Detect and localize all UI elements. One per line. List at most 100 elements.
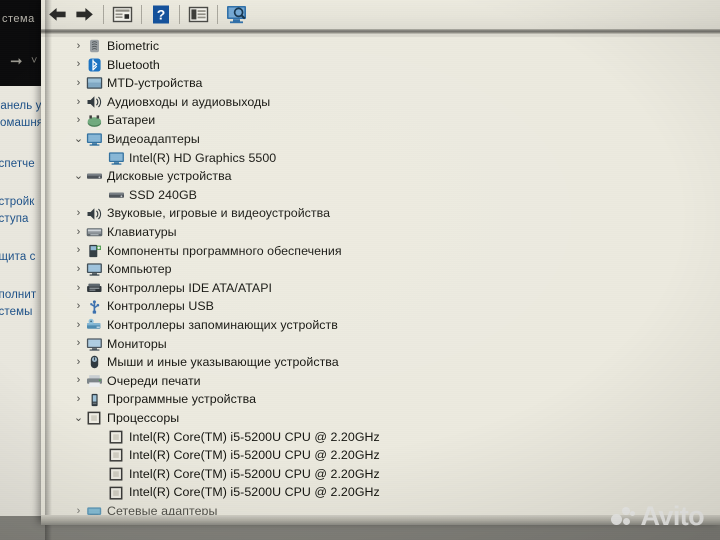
- device-tree[interactable]: › Biometric › Bluetooth › MTD-устройства › Ауди…: [41, 37, 720, 523]
- ide-controller-icon: [85, 280, 103, 296]
- avito-logo-icon: [610, 506, 636, 528]
- tree-item-label: Клавиатуры: [107, 225, 177, 240]
- processor-icon: [107, 447, 125, 463]
- tree-item[interactable]: › MTD-устройства: [41, 74, 720, 93]
- control-panel-link[interactable]: истемы: [0, 306, 32, 318]
- chevron-right-icon[interactable]: ›: [72, 77, 85, 89]
- tree-item-label: Мыши и иные указывающие устройства: [107, 355, 339, 370]
- tree-item[interactable]: ⌄ Процессоры: [41, 409, 720, 428]
- tree-item[interactable]: › Контроллеры IDE ATA/ATAPI: [41, 279, 720, 298]
- chevron-right-icon[interactable]: ›: [72, 301, 85, 312]
- tree-item[interactable]: › Контроллеры USB: [41, 297, 720, 316]
- tree-item[interactable]: › Компьютер: [41, 260, 720, 279]
- device-manager-toolbar: ?: [41, 0, 720, 29]
- control-panel-link[interactable]: ополнит: [0, 289, 36, 301]
- help-question-icon: ?: [152, 5, 169, 24]
- toolbar-separator: [103, 5, 104, 24]
- software-component-icon: [88, 244, 101, 257]
- tree-item[interactable]: ›Intel(R) Core(TM) i5-5200U CPU @ 2.20GH…: [41, 446, 720, 465]
- tree-item[interactable]: ›SSD 240GB: [41, 186, 720, 205]
- scan-hardware-button[interactable]: [223, 2, 250, 27]
- display-adapter-icon: [86, 133, 102, 146]
- tree-item[interactable]: ›Intel(R) Core(TM) i5-5200U CPU @ 2.20GH…: [41, 483, 720, 502]
- chevron-right-icon[interactable]: ›: [72, 375, 85, 386]
- processor-icon: [107, 466, 125, 482]
- properties-button[interactable]: [109, 2, 136, 27]
- control-panel-link[interactable]: Домашня: [0, 117, 43, 129]
- bluetooth-icon: [88, 58, 101, 72]
- svg-text:?: ?: [156, 7, 165, 23]
- chevron-down-icon[interactable]: ˅: [31, 55, 37, 67]
- chevron-right-icon[interactable]: ›: [72, 208, 85, 219]
- toolbar-separator: [217, 5, 218, 24]
- chevron-right-icon[interactable]: ›: [72, 40, 85, 52]
- tree-item[interactable]: › Звуковые, игровые и видеоустройства: [41, 204, 720, 223]
- mouse-icon: [85, 354, 103, 370]
- disk-drive-icon: [108, 192, 124, 198]
- tree-item[interactable]: ⌄ Дисковые устройства: [41, 167, 720, 186]
- chevron-right-icon[interactable]: ›: [72, 282, 85, 294]
- tree-item[interactable]: ⌄ Видеоадаптеры: [41, 130, 720, 149]
- background-window-title: стема: [2, 13, 35, 25]
- tree-item[interactable]: › Компоненты программного обеспечения: [41, 242, 720, 261]
- screenshot-root: стема ➞ ˅ Панель уп Домашня испетче астр…: [0, 0, 720, 540]
- disk-drive-icon: [107, 187, 125, 203]
- control-panel-link[interactable]: испетче: [0, 158, 35, 170]
- fingerprint-icon: [85, 38, 103, 54]
- processor-icon: [85, 410, 103, 426]
- tree-item[interactable]: › Очереди печати: [41, 372, 720, 391]
- chevron-right-icon[interactable]: ›: [72, 245, 85, 256]
- forward-button[interactable]: [71, 2, 98, 27]
- tree-item[interactable]: › Батареи: [41, 111, 720, 130]
- software-component-icon: [85, 243, 103, 259]
- chevron-right-icon[interactable]: ›: [72, 263, 85, 275]
- toolbar-separator: [141, 5, 142, 24]
- software-device-icon: [91, 393, 98, 406]
- computer-icon: [85, 261, 103, 277]
- tree-item[interactable]: › Мониторы: [41, 335, 720, 354]
- fingerprint-icon: [89, 40, 99, 53]
- tree-item[interactable]: › Bluetooth: [41, 56, 720, 75]
- tree-item-label: SSD 240GB: [129, 187, 197, 202]
- window-edge-shadow: [45, 0, 52, 540]
- chevron-right-icon[interactable]: ›: [72, 59, 85, 70]
- chevron-right-icon[interactable]: ›: [72, 319, 85, 331]
- control-panel-link[interactable]: астройк: [0, 196, 34, 208]
- chevron-right-icon[interactable]: ›: [72, 226, 85, 238]
- tree-item-label: Контроллеры IDE ATA/ATAPI: [107, 280, 273, 295]
- tree-item[interactable]: › Biometric: [41, 37, 720, 56]
- tree-item[interactable]: ›Intel(R) HD Graphics 5500: [41, 149, 720, 168]
- chevron-down-icon[interactable]: ⌄: [72, 170, 85, 182]
- chevron-right-icon[interactable]: ›: [72, 338, 85, 349]
- control-panel-link[interactable]: ащита с: [0, 251, 35, 263]
- chevron-down-icon[interactable]: ⌄: [72, 412, 85, 424]
- properties-icon: [112, 6, 133, 23]
- tree-item[interactable]: ›Intel(R) Core(TM) i5-5200U CPU @ 2.20GH…: [41, 465, 720, 484]
- help-button[interactable]: ?: [147, 2, 174, 27]
- battery-icon: [85, 113, 103, 129]
- background-dark-window[interactable]: стема ➞ ˅: [0, 0, 42, 93]
- avito-wordmark: Avito: [640, 501, 705, 531]
- tree-item-label: Видеоадаптеры: [107, 132, 200, 147]
- tree-item[interactable]: › Аудиовходы и аудиовыходы: [41, 93, 720, 112]
- tree-item-label: Bluetooth: [107, 57, 160, 72]
- control-panel-link[interactable]: оступа: [0, 213, 29, 225]
- chevron-right-icon[interactable]: ›: [72, 96, 85, 108]
- tree-item[interactable]: › Мыши и иные указывающие устройства: [41, 353, 720, 372]
- processor-icon: [107, 485, 125, 501]
- update-driver-button[interactable]: [185, 2, 212, 27]
- tree-item[interactable]: ›Intel(R) Core(TM) i5-5200U CPU @ 2.20GH…: [41, 427, 720, 446]
- tree-item[interactable]: › Программные устройства: [41, 390, 720, 409]
- keyboard-icon: [86, 228, 102, 237]
- chevron-right-icon[interactable]: ›: [72, 356, 85, 368]
- tree-item[interactable]: › Контроллеры запоминающих устройств: [41, 316, 720, 335]
- arrow-right-icon[interactable]: ➞: [10, 52, 23, 70]
- chevron-right-icon[interactable]: ›: [72, 115, 85, 126]
- chevron-down-icon[interactable]: ⌄: [72, 133, 85, 145]
- battery-icon: [87, 115, 101, 127]
- chevron-right-icon[interactable]: ›: [72, 394, 85, 405]
- tree-item-label: Мониторы: [107, 336, 167, 351]
- tree-item-label: Intel(R) HD Graphics 5500: [129, 150, 277, 165]
- speaker-icon: [85, 94, 103, 110]
- tree-item[interactable]: › Клавиатуры: [41, 223, 720, 242]
